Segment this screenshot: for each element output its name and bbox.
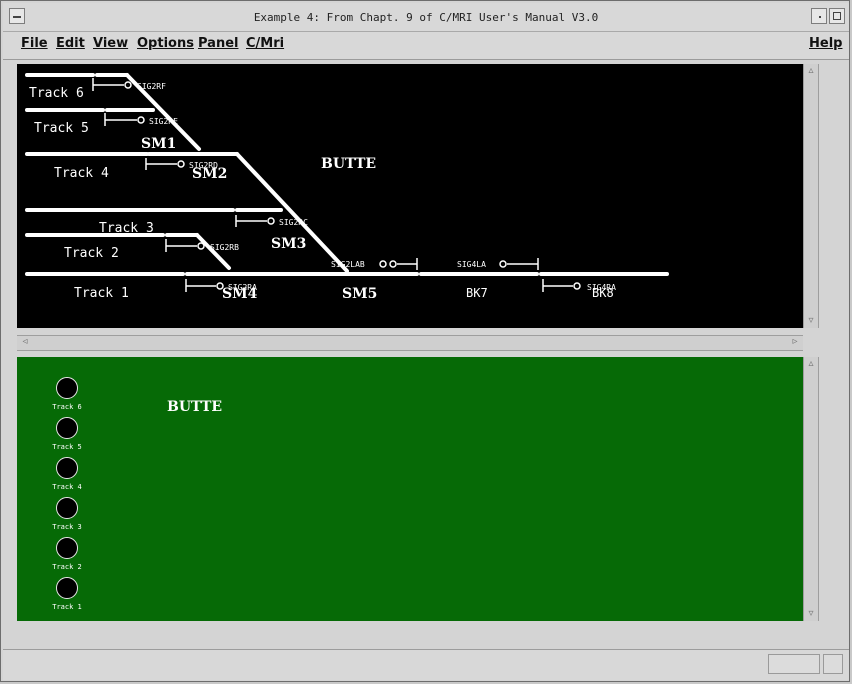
track-label-2: Track 2 xyxy=(64,246,119,261)
title-bar: Example 4: From Chapt. 9 of C/MRI User's… xyxy=(3,3,849,32)
menu-view[interactable]: View xyxy=(93,36,128,51)
signal-head-sig2rd xyxy=(177,160,185,168)
signal-head-sig2re xyxy=(137,116,145,124)
scroll-left-icon[interactable]: ◃ xyxy=(19,336,31,348)
top-panel-horizontal-scrollbar[interactable]: ◃ ▹ xyxy=(17,335,803,351)
station-name-bottom: BUTTE xyxy=(167,399,223,415)
signal-label-sig4la: SIG4LA xyxy=(457,260,486,269)
indicator-track-6[interactable]: Track 6 xyxy=(49,377,85,413)
indicator-label-track-4: Track 4 xyxy=(52,483,82,491)
scroll-down-icon[interactable]: ▿ xyxy=(805,608,817,620)
signal-head-sig4la xyxy=(499,260,507,268)
switch-label-sm3[interactable]: SM3 xyxy=(271,236,306,252)
indicator-lamp-icon xyxy=(56,577,78,599)
signal-head-sig2lab-1 xyxy=(379,260,387,268)
indicator-lamp-icon xyxy=(56,537,78,559)
bottom-panel-vertical-scrollbar[interactable]: ▵ ▿ xyxy=(803,357,819,621)
scroll-down-icon[interactable]: ▿ xyxy=(805,315,817,327)
signal-head-sig2rf xyxy=(124,81,132,89)
indicator-label-track-3: Track 3 xyxy=(52,523,82,531)
scroll-right-icon[interactable]: ▹ xyxy=(789,336,801,348)
indicator-track-5[interactable]: Track 5 xyxy=(49,417,85,453)
status-bar xyxy=(3,649,849,680)
signal-label-sig2rb: SIG2RB xyxy=(210,243,239,252)
track-label-3: Track 3 xyxy=(99,221,154,236)
track-label-5: Track 5 xyxy=(34,121,89,136)
indicator-track-3[interactable]: Track 3 xyxy=(49,497,85,533)
indicator-label-track-5: Track 5 xyxy=(52,443,82,451)
maximize-icon[interactable] xyxy=(829,8,845,24)
station-name-top: BUTTE xyxy=(321,156,376,172)
scroll-up-icon[interactable]: ▵ xyxy=(805,358,817,370)
indicator-lamp-icon xyxy=(56,497,78,519)
menu-cmri[interactable]: C/Mri xyxy=(246,36,284,51)
block-label-bk8: BK8 xyxy=(592,286,614,300)
menu-panel[interactable]: Panel xyxy=(198,36,238,51)
track-label-4: Track 4 xyxy=(54,166,109,181)
signal-head-sig2rc xyxy=(267,217,275,225)
track-label-1: Track 1 xyxy=(74,286,129,301)
signal-head-sig4ra xyxy=(573,282,581,290)
window-title: Example 4: From Chapt. 9 of C/MRI User's… xyxy=(253,11,599,24)
control-panel: BUTTE Track 6 Track 5 Track 4 Track 3 Tr… xyxy=(17,357,803,621)
indicator-track-2[interactable]: Track 2 xyxy=(49,537,85,573)
menu-options[interactable]: Options xyxy=(137,36,194,51)
menu-file[interactable]: File xyxy=(21,36,48,51)
signal-label-sig2rf: SIG2RF xyxy=(137,82,166,91)
resize-grip-icon[interactable] xyxy=(823,654,843,674)
main-window: Example 4: From Chapt. 9 of C/MRI User's… xyxy=(0,0,850,682)
indicator-label-track-6: Track 6 xyxy=(52,403,82,411)
switch-label-sm5[interactable]: SM5 xyxy=(342,286,377,302)
signal-head-sig2rb xyxy=(197,242,205,250)
indicator-track-1[interactable]: Track 1 xyxy=(49,577,85,613)
track-diagram: Track 6 Track 5 Track 4 Track 3 Track 2 … xyxy=(25,73,669,302)
scroll-up-icon[interactable]: ▵ xyxy=(805,65,817,77)
indicator-lamp-icon xyxy=(56,417,78,439)
indicator-track-4[interactable]: Track 4 xyxy=(49,457,85,493)
menu-help[interactable]: Help xyxy=(809,36,842,51)
minimize-icon[interactable] xyxy=(811,8,827,24)
block-label-bk7: BK7 xyxy=(466,286,488,300)
track-label-6: Track 6 xyxy=(29,86,84,101)
indicator-lamp-icon xyxy=(56,457,78,479)
indicator-lamp-icon xyxy=(56,377,78,399)
signal-head-sig2lab-2 xyxy=(389,260,397,268)
signal-label-sig2re: SIG2RE xyxy=(149,117,178,126)
signal-label-sig2lab: SIG2LAB xyxy=(331,260,365,269)
switch-label-sm2[interactable]: SM2 xyxy=(192,166,227,182)
top-panel-vertical-scrollbar[interactable]: ▵ ▿ xyxy=(803,64,819,328)
track-layout-panel: Track 6 Track 5 Track 4 Track 3 Track 2 … xyxy=(17,64,803,328)
menu-bar: File Edit View Options Panel C/Mri Help xyxy=(3,32,849,60)
switch-label-sm1[interactable]: SM1 xyxy=(141,136,176,152)
status-field xyxy=(768,654,820,674)
signal-label-sig2rc: SIG2RC xyxy=(279,218,308,227)
menu-edit[interactable]: Edit xyxy=(56,36,85,51)
switch-label-sm4[interactable]: SM4 xyxy=(222,286,258,302)
indicator-label-track-1: Track 1 xyxy=(52,603,82,611)
indicator-label-track-2: Track 2 xyxy=(52,563,82,571)
